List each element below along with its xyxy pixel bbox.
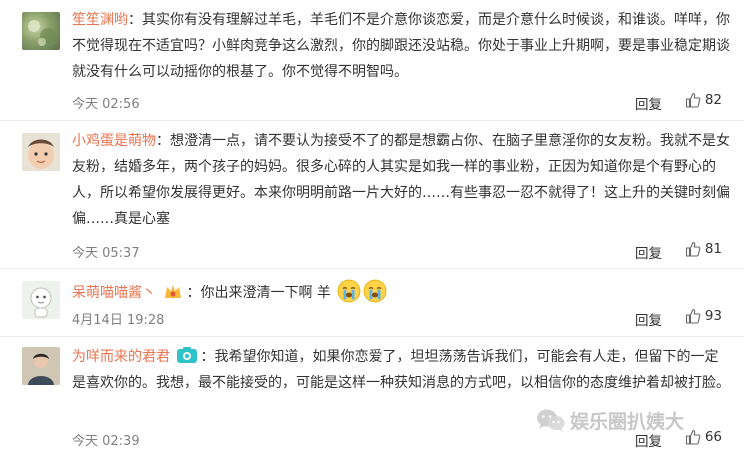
- colon: ：: [200, 349, 215, 365]
- comment-time: 今天 02:39: [72, 434, 140, 449]
- crying-emoji-icon: [337, 279, 361, 303]
- reply-button[interactable]: 回复: [635, 242, 662, 262]
- comment-text: 其实你有没有理解过羊毛，羊毛们不是介意你谈恋爱，而是介意什么时候谈，和谁谈。咩咩…: [72, 12, 730, 80]
- comment-time: 4月14日 19:28: [72, 313, 165, 328]
- like-count: 66: [704, 429, 722, 445]
- username-link[interactable]: 为咩而来的君君: [72, 349, 170, 365]
- avatar[interactable]: [22, 281, 60, 319]
- comment-text: 想澄清一点，请不要认为接受不了的都是想霸占你、在脑子里意淫你的女友粉。我就不是女…: [72, 133, 730, 227]
- colon: ：: [186, 285, 201, 301]
- avatar-image: [22, 133, 60, 171]
- reply-button[interactable]: 回复: [635, 309, 662, 329]
- comment-item: 笙笙渊哟：其实你有没有理解过羊毛，羊毛们不是介意你谈恋爱，而是介意什么时候谈，和…: [0, 0, 744, 120]
- comment-time: 今天 02:56: [72, 97, 140, 112]
- like-count: 82: [704, 92, 722, 108]
- watermark: 娱乐圈扒姨大: [536, 407, 684, 434]
- avatar-image: [28, 20, 56, 46]
- comment-text: 我希望你知道，如果你恋爱了，坦坦荡荡告诉我们，可能会有人走，但留下的一定是喜欢你…: [72, 349, 730, 391]
- vip-badge-icon[interactable]: [162, 282, 184, 300]
- colon: ：: [128, 12, 142, 28]
- wechat-icon: [537, 409, 565, 432]
- avatar[interactable]: [22, 347, 60, 385]
- comment-time: 今天 05:37: [72, 246, 140, 261]
- avatar[interactable]: [22, 12, 60, 50]
- comment-item: 呆萌喵喵酱丶 ：你出来澄清一下啊 羊 4月14日 19:28 回复 93: [0, 268, 744, 336]
- username-link[interactable]: 呆萌喵喵酱丶: [72, 285, 156, 301]
- comment-body: 笙笙渊哟：其实你有没有理解过羊毛，羊毛们不是介意你谈恋爱，而是介意什么时候谈，和…: [72, 7, 732, 85]
- like-button[interactable]: 82: [685, 92, 722, 108]
- comment-body: 呆萌喵喵酱丶 ：你出来澄清一下啊 羊: [72, 279, 732, 306]
- like-button[interactable]: 81: [685, 241, 722, 257]
- crying-emoji-icon: [363, 279, 387, 303]
- like-count: 93: [704, 308, 722, 324]
- like-button[interactable]: 93: [685, 308, 722, 324]
- comment-item: 小鸡蛋是萌物：想澄清一点，请不要认为接受不了的都是想霸占你、在脑子里意淫你的女友…: [0, 120, 744, 268]
- comment-text: 你出来澄清一下啊 羊: [200, 285, 331, 301]
- comment-body: 小鸡蛋是萌物：想澄清一点，请不要认为接受不了的都是想霸占你、在脑子里意淫你的女友…: [72, 128, 732, 232]
- thumbs-up-icon: [685, 92, 701, 108]
- username-link[interactable]: 小鸡蛋是萌物: [72, 133, 156, 149]
- comment-body: 为咩而来的君君 ：我希望你知道，如果你恋爱了，坦坦荡荡告诉我们，可能会有人走，但…: [72, 344, 732, 396]
- reply-button[interactable]: 回复: [635, 93, 662, 113]
- avatar-image: [22, 347, 60, 385]
- watermark-text: 娱乐圈扒姨大: [570, 411, 685, 433]
- username-link[interactable]: 笙笙渊哟: [72, 12, 128, 28]
- thumbs-up-icon: [685, 308, 701, 324]
- avatar[interactable]: [22, 133, 60, 171]
- thumbs-up-icon: [685, 429, 701, 445]
- colon: ：: [156, 133, 170, 149]
- comment-item: 为咩而来的君君 ：我希望你知道，如果你恋爱了，坦坦荡荡告诉我们，可能会有人走，但…: [0, 336, 744, 458]
- like-button[interactable]: 66: [685, 429, 722, 445]
- camera-badge-icon[interactable]: [176, 346, 198, 364]
- thumbs-up-icon: [685, 241, 701, 257]
- avatar-image: [22, 281, 60, 319]
- like-count: 81: [704, 241, 722, 257]
